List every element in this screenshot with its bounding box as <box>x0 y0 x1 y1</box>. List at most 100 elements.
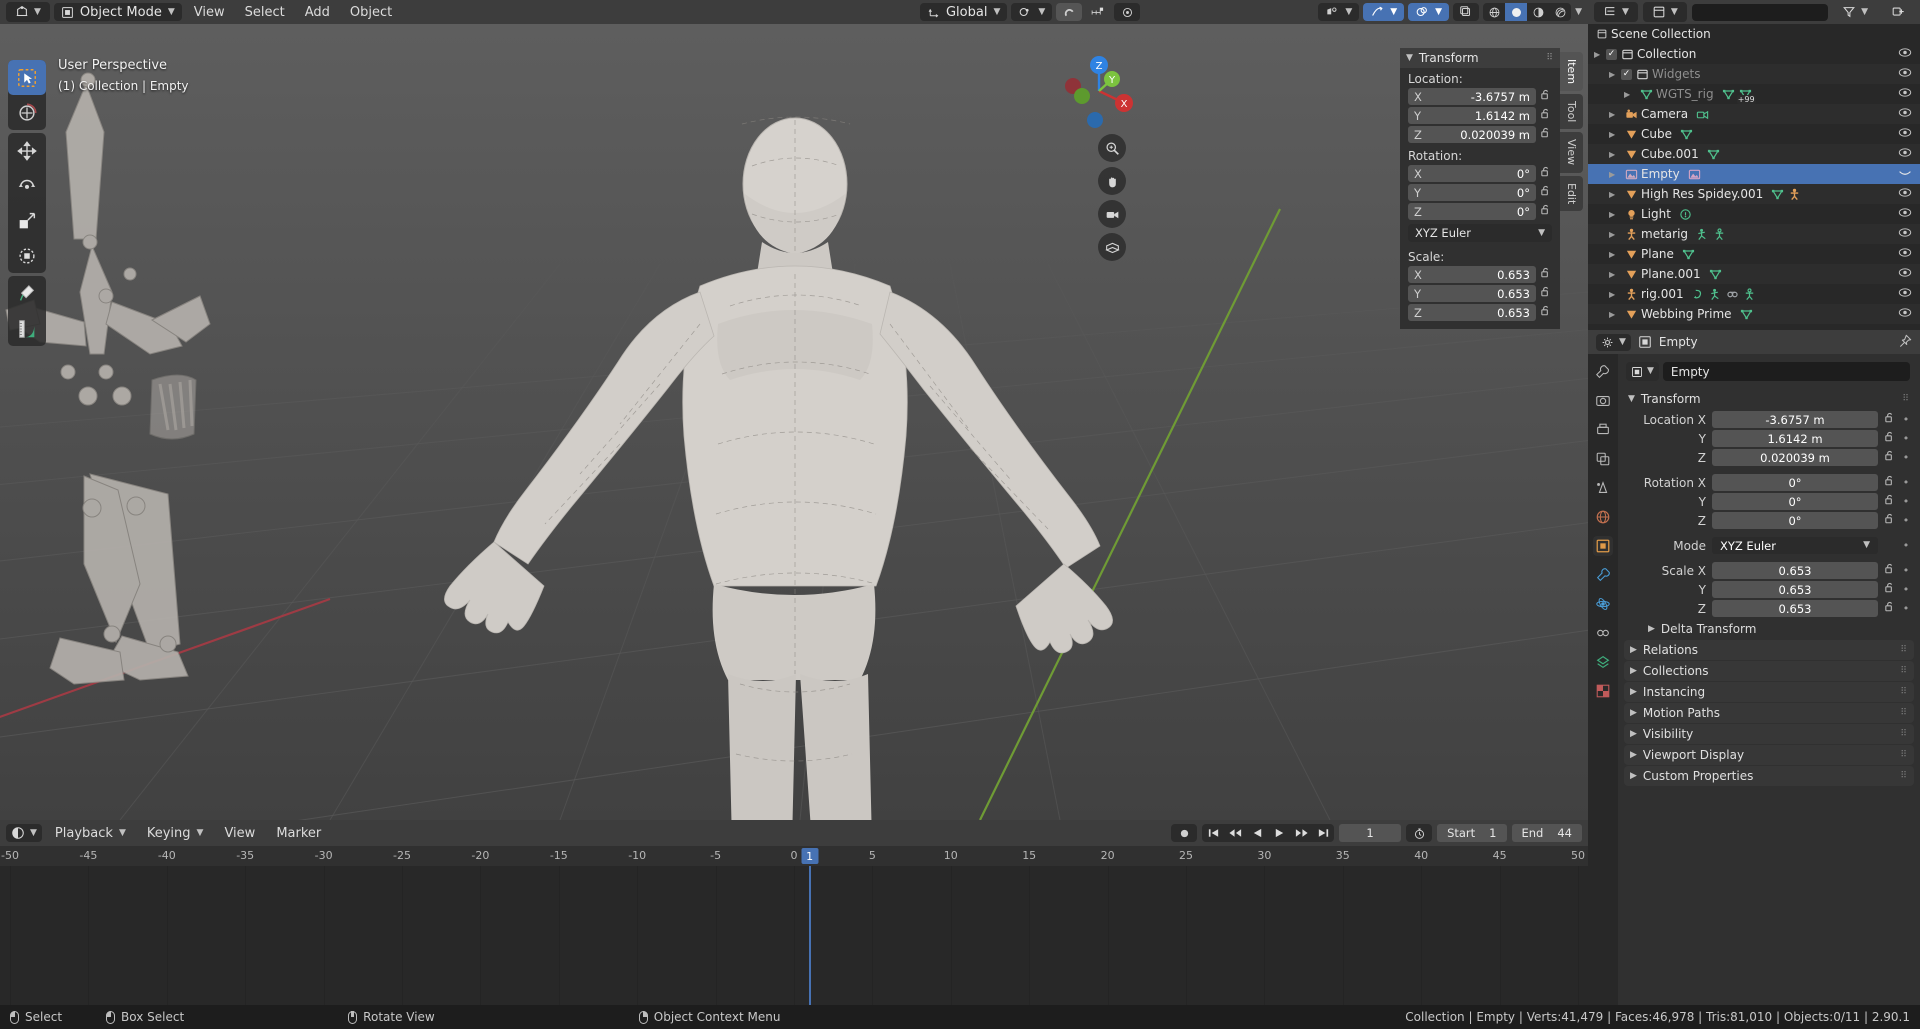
editor-type-selector[interactable]: ▼ <box>6 2 50 22</box>
property-section-motion-paths[interactable]: ▶ Motion Paths ⠿ <box>1624 703 1914 723</box>
disclosure-triangle-icon[interactable]: ▼ <box>1406 53 1413 63</box>
property-value-field[interactable]: 0.653 <box>1712 562 1878 579</box>
visibility-eye-icon[interactable] <box>1898 267 1912 281</box>
frame-end-field[interactable]: End 44 <box>1511 824 1582 842</box>
outliner-row-high-res-spidey-001[interactable]: ▶ High Res Spidey.001 <box>1588 184 1920 204</box>
scale-tool[interactable] <box>8 203 46 238</box>
disclosure-triangle-icon[interactable]: ▶ <box>1609 170 1621 179</box>
data-tab[interactable] <box>1593 652 1613 672</box>
object-tab[interactable] <box>1593 536 1613 556</box>
tool-tab[interactable] <box>1593 362 1613 382</box>
jump-to-start-button[interactable] <box>1202 824 1224 842</box>
lock-icon[interactable] <box>1884 475 1896 491</box>
image-data-icon[interactable] <box>1688 168 1701 181</box>
scale-x-field[interactable]: X 0.653 <box>1408 266 1536 283</box>
panel-grip-icon[interactable]: ⠿ <box>1900 708 1908 718</box>
visibility-eye-icon[interactable] <box>1898 287 1912 301</box>
outliner-row-cube-001[interactable]: ▶ Cube.001 <box>1588 144 1920 164</box>
mesh-data-icon[interactable] <box>1680 128 1693 141</box>
property-section-visibility[interactable]: ▶ Visibility ⠿ <box>1624 724 1914 744</box>
property-value-field[interactable]: 0° <box>1712 512 1878 529</box>
disclosure-triangle-icon[interactable]: ▶ <box>1609 310 1621 319</box>
lock-icon[interactable] <box>1884 412 1896 428</box>
measure-tool[interactable] <box>8 311 46 346</box>
outliner-row-collection[interactable]: ▶ ✓ Collection <box>1588 44 1920 64</box>
outliner-row-rig-001[interactable]: ▶ rig.001 <box>1588 284 1920 304</box>
disclosure-triangle-right-icon[interactable]: ▶ <box>1648 624 1655 634</box>
visibility-eye-icon[interactable] <box>1898 107 1912 121</box>
visibility-checkbox[interactable]: ✓ <box>1606 48 1617 60</box>
object-visibility-selector[interactable]: ▼ <box>1318 3 1360 21</box>
auto-keying-button[interactable] <box>1171 824 1198 842</box>
property-value-field[interactable]: 0.653 <box>1712 581 1878 598</box>
animation-icon[interactable] <box>1692 288 1705 301</box>
scale-y-field[interactable]: Y 0.653 <box>1408 285 1536 302</box>
property-value-field[interactable]: 1.6142 m <box>1712 430 1878 447</box>
cursor-tool[interactable] <box>8 95 46 130</box>
menu-select[interactable]: Select <box>237 3 293 22</box>
visibility-eye-icon[interactable] <box>1898 67 1912 81</box>
outliner-row-wgts-rig[interactable]: ▶ WGTS_rig +99 <box>1588 84 1920 104</box>
animate-property-dot[interactable]: • <box>1902 514 1910 527</box>
outliner-row-light[interactable]: ▶ Light <box>1588 204 1920 224</box>
snap-magnet-button[interactable] <box>1056 3 1083 21</box>
tab-view[interactable]: View <box>1560 132 1583 173</box>
animate-property-dot[interactable]: • <box>1902 539 1910 552</box>
timeline-ruler[interactable]: -50 -45 -40 -35 -30 -25 -20 -15 -10 -5 0 5 10 15 20 25 3… <box>0 846 1588 866</box>
current-frame-field[interactable]: 1 <box>1339 824 1402 842</box>
lock-icon[interactable] <box>1884 513 1896 529</box>
constraint-tab[interactable] <box>1593 623 1613 643</box>
rotation-x-field[interactable]: X 0° <box>1408 165 1536 182</box>
menu-keying[interactable]: Keying ▼ <box>139 824 212 843</box>
panel-grip-icon[interactable]: ⠿ <box>1900 666 1908 676</box>
lock-icon[interactable] <box>1540 185 1552 201</box>
visibility-eye-closed-icon[interactable] <box>1898 167 1912 181</box>
property-value-field[interactable]: 0.020039 m <box>1712 449 1878 466</box>
menu-marker[interactable]: Marker <box>268 824 329 843</box>
scale-z-field[interactable]: Z 0.653 <box>1408 304 1536 321</box>
lock-icon[interactable] <box>1540 89 1552 105</box>
visibility-checkbox[interactable]: ✓ <box>1621 68 1632 80</box>
disclosure-triangle-right-icon[interactable]: ▶ <box>1630 687 1637 697</box>
play-button[interactable] <box>1268 824 1290 842</box>
outliner-display-mode[interactable]: ▼ <box>1642 2 1687 22</box>
outliner-row-empty[interactable]: ▶ Empty <box>1588 164 1920 184</box>
armature-data-icon[interactable] <box>1713 227 1726 241</box>
lock-icon[interactable] <box>1540 127 1552 143</box>
lock-icon[interactable] <box>1540 305 1552 321</box>
disclosure-triangle-icon[interactable]: ▶ <box>1609 110 1621 119</box>
visibility-eye-icon[interactable] <box>1898 207 1912 221</box>
disclosure-triangle-icon[interactable]: ▶ <box>1609 150 1621 159</box>
mesh-data-icon[interactable] <box>1740 308 1753 321</box>
lock-icon[interactable] <box>1884 431 1896 447</box>
visibility-eye-icon[interactable] <box>1898 87 1912 101</box>
panel-grip-icon[interactable]: ⠿ <box>1900 771 1908 781</box>
location-x-field[interactable]: X -3.6757 m <box>1408 88 1536 105</box>
disclosure-triangle-right-icon[interactable]: ▶ <box>1630 771 1637 781</box>
transform-orientation-selector[interactable]: Global ▼ <box>919 3 1008 21</box>
animate-property-dot[interactable]: • <box>1902 432 1910 445</box>
object-id-type-button[interactable]: ▼ <box>1626 362 1659 381</box>
light-data-icon[interactable] <box>1679 208 1692 221</box>
lock-icon[interactable] <box>1884 601 1896 617</box>
disclosure-triangle-icon[interactable]: ▶ <box>1609 190 1621 199</box>
physics-tab[interactable] <box>1593 594 1613 614</box>
shading-material-button[interactable] <box>1527 3 1549 21</box>
rotation-mode-dropdown[interactable]: XYZ Euler ▼ <box>1408 224 1552 242</box>
lock-icon[interactable] <box>1884 582 1896 598</box>
location-x-row[interactable]: X -3.6757 m <box>1408 88 1552 105</box>
property-value-field[interactable]: 0.653 <box>1712 600 1878 617</box>
property-section-viewport-display[interactable]: ▶ Viewport Display ⠿ <box>1624 745 1914 765</box>
disclosure-triangle-icon[interactable]: ▶ <box>1624 90 1636 99</box>
armature-data-icon[interactable] <box>1743 287 1756 301</box>
outliner-row-metarig[interactable]: ▶ metarig <box>1588 224 1920 244</box>
lock-icon[interactable] <box>1884 494 1896 510</box>
armature-modifier-icon[interactable] <box>1788 188 1801 201</box>
disclosure-triangle-icon[interactable]: ▶ <box>1609 290 1621 299</box>
properties-editor-type-selector[interactable]: ▼ <box>1596 333 1631 351</box>
property-section-collections[interactable]: ▶ Collections ⠿ <box>1624 661 1914 681</box>
move-tool[interactable] <box>8 133 46 168</box>
lock-icon[interactable] <box>1540 267 1552 283</box>
rotation-x-row[interactable]: X 0° <box>1408 165 1552 182</box>
modifier-tab[interactable] <box>1593 565 1613 585</box>
